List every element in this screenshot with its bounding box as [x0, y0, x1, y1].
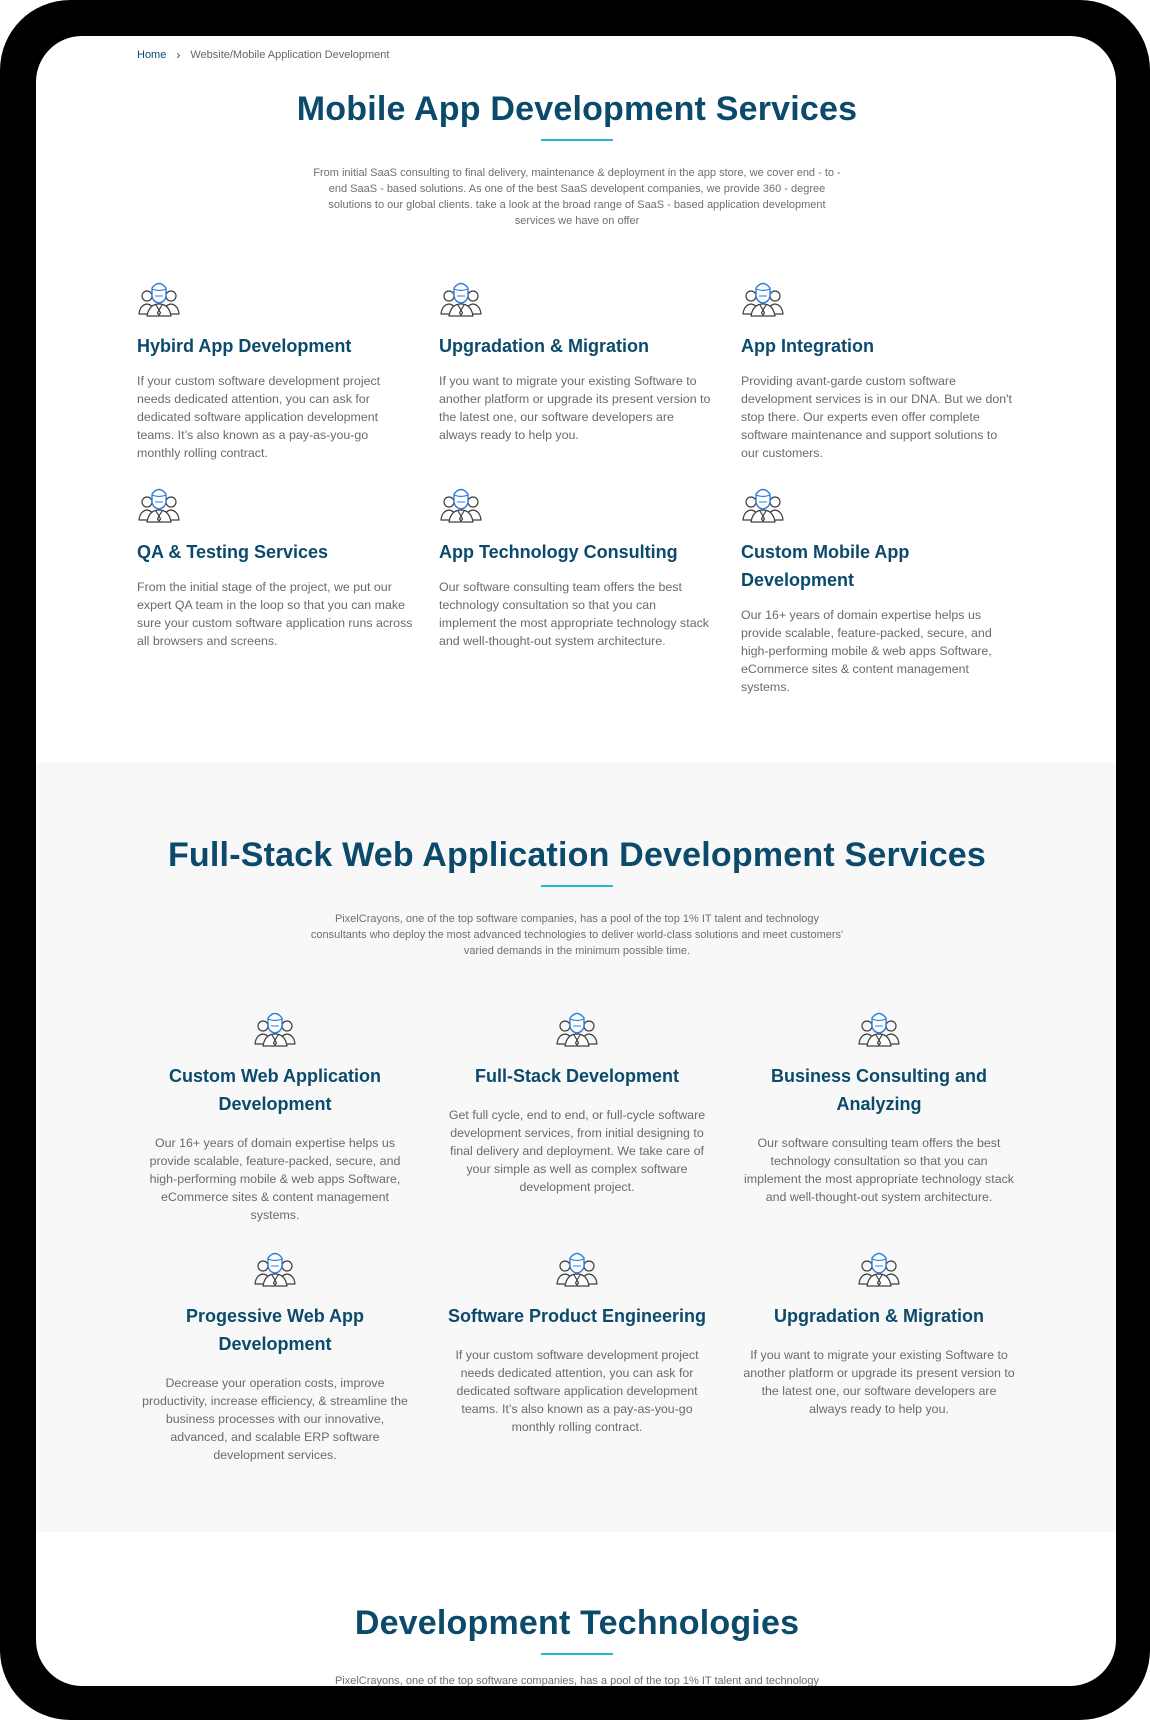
- card-text: Our 16+ years of domain expertise helps …: [149, 1136, 401, 1222]
- fullstack-services-section: Full-Stack Web Application Development S…: [137, 836, 1017, 959]
- title-underline: [541, 139, 613, 141]
- breadcrumb-home-link[interactable]: Home: [137, 49, 166, 61]
- mobile-services-grid: Hybird App Development If your custom so…: [137, 278, 1017, 696]
- team-icon: [741, 278, 785, 318]
- service-card: Custom Mobile App Development Our 16+ ye…: [741, 484, 1017, 696]
- service-card: QA & Testing Services From the initial s…: [137, 484, 413, 696]
- card-text: If your custom software development proj…: [455, 1348, 699, 1434]
- service-card: App Technology Consulting Our software c…: [439, 484, 715, 696]
- card-title: Upgradation & Migration: [774, 1306, 984, 1326]
- mobile-services-section: Mobile App Development Services From ini…: [137, 90, 1017, 229]
- service-card: Upgradation & Migration If you want to m…: [439, 278, 715, 484]
- fullstack-services-grid: Custom Web Application Development Our 1…: [137, 1008, 1017, 1464]
- service-card: Business Consulting and Analyzing Our so…: [741, 1008, 1017, 1248]
- card-text: Providing avant-garde custom software de…: [741, 374, 1012, 460]
- tech-section-title: Development Technologies: [354, 1604, 800, 1642]
- team-icon: [439, 484, 483, 524]
- card-text: Decrease your operation costs, improve p…: [142, 1376, 408, 1462]
- fullstack-section-title: Full-Stack Web Application Development S…: [167, 836, 987, 874]
- card-title: Custom Mobile App Development: [741, 542, 910, 590]
- breadcrumb-current: Website/Mobile Application Development: [190, 49, 390, 61]
- card-text: Our software consulting team offers the …: [439, 580, 709, 648]
- card-text: Get full cycle, end to end, or full-cycl…: [448, 1108, 706, 1194]
- card-title: Full-Stack Development: [474, 1066, 680, 1086]
- service-card: App Integration Providing avant-garde cu…: [741, 278, 1017, 484]
- service-card: Progessive Web App Development Decrease …: [137, 1248, 413, 1464]
- card-text: From the initial stage of the project, w…: [137, 580, 413, 648]
- service-card: Software Product Engineering If your cus…: [439, 1248, 715, 1464]
- breadcrumb: Home › Website/Mobile Application Develo…: [137, 48, 389, 62]
- card-title: App Technology Consulting: [439, 542, 678, 562]
- title-underline: [541, 1653, 613, 1655]
- team-icon: [555, 1008, 599, 1048]
- team-icon: [253, 1008, 297, 1048]
- service-card: Upgradation & Migration If you want to m…: [741, 1248, 1017, 1464]
- card-text: Our 16+ years of domain expertise helps …: [741, 608, 992, 694]
- card-text: If you want to migrate your existing Sof…: [743, 1348, 1015, 1416]
- card-text: If you want to migrate your existing Sof…: [439, 374, 711, 442]
- card-title: App Integration: [741, 336, 874, 356]
- chevron-right-icon: ›: [176, 48, 181, 62]
- card-title: Custom Web Application Development: [168, 1066, 381, 1114]
- tech-section: Development Technologies PixelCrayons, o…: [137, 1604, 1017, 1686]
- team-icon: [253, 1248, 297, 1288]
- card-text: If your custom software development proj…: [137, 374, 381, 460]
- tech-section-intro: PixelCrayons, one of the top software co…: [334, 1675, 820, 1686]
- card-title: QA & Testing Services: [137, 542, 329, 562]
- card-title: Progessive Web App Development: [185, 1306, 365, 1354]
- screen: Home › Website/Mobile Application Develo…: [36, 36, 1116, 1686]
- fullstack-section-intro: PixelCrayons, one of the top software co…: [310, 913, 844, 957]
- mobile-section-title: Mobile App Development Services: [296, 90, 858, 128]
- team-icon: [857, 1008, 901, 1048]
- device-frame: Home › Website/Mobile Application Develo…: [0, 0, 1150, 1720]
- team-icon: [137, 484, 181, 524]
- team-icon: [555, 1248, 599, 1288]
- card-title: Upgradation & Migration: [439, 336, 649, 356]
- team-icon: [741, 484, 785, 524]
- team-icon: [137, 278, 181, 318]
- service-card: Custom Web Application Development Our 1…: [137, 1008, 413, 1248]
- team-icon: [439, 278, 483, 318]
- card-title: Software Product Engineering: [447, 1306, 707, 1326]
- service-card: Hybird App Development If your custom so…: [137, 278, 413, 484]
- card-text: Our software consulting team offers the …: [744, 1136, 1014, 1204]
- service-card: Full-Stack Development Get full cycle, e…: [439, 1008, 715, 1248]
- card-title: Business Consulting and Analyzing: [770, 1066, 988, 1114]
- team-icon: [857, 1248, 901, 1288]
- mobile-section-intro: From initial SaaS consulting to final de…: [313, 167, 841, 227]
- title-underline: [541, 885, 613, 887]
- card-title: Hybird App Development: [137, 336, 352, 356]
